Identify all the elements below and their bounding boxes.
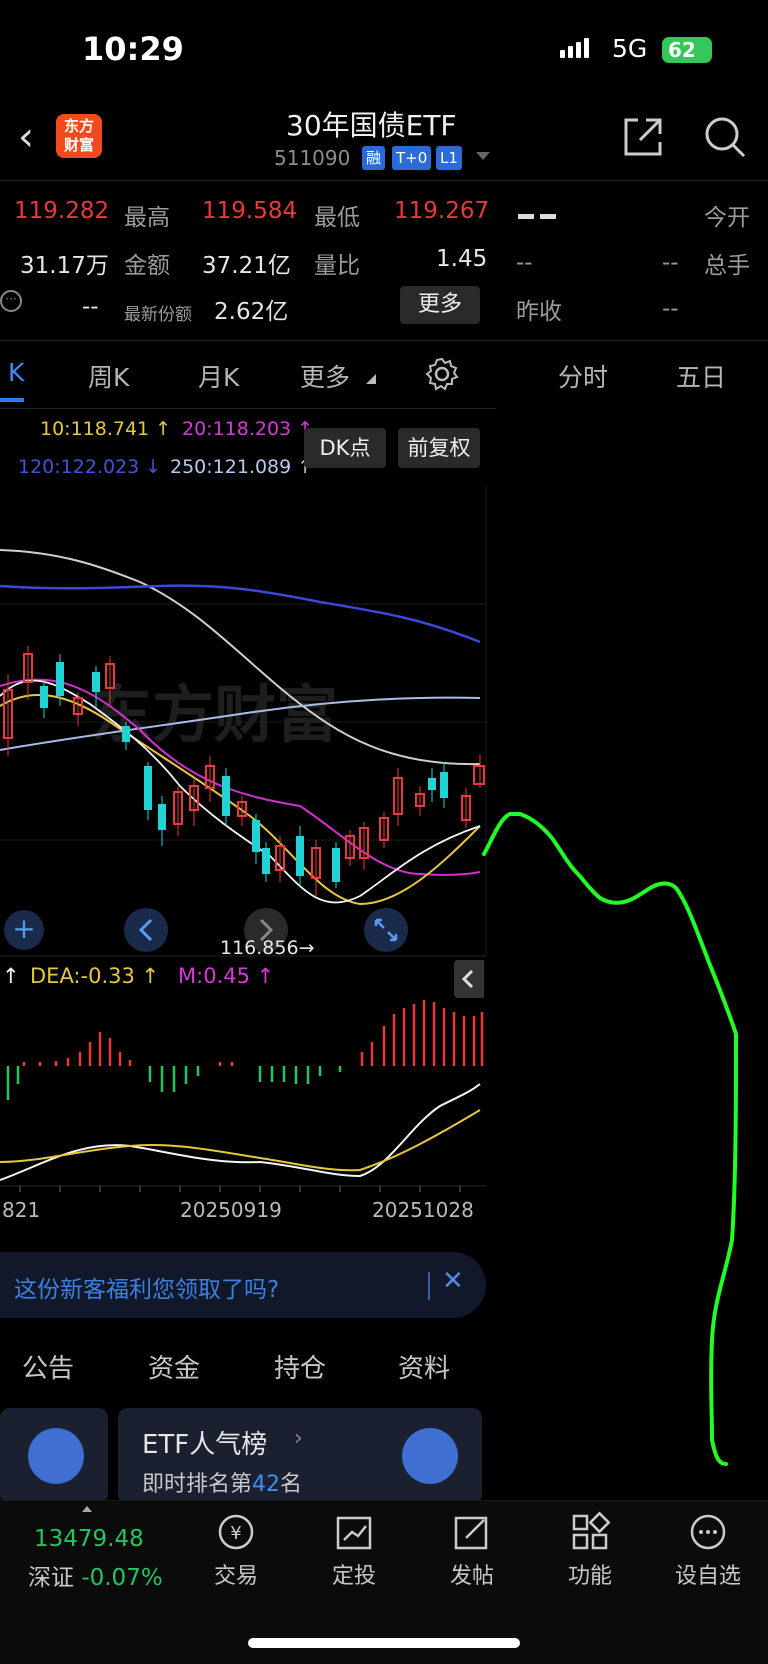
ma250-label: 250:121.089 ↑ — [170, 456, 314, 478]
index-ticker[interactable]: 深证 -0.07% — [28, 1558, 163, 1592]
nav-plan[interactable]: 定投 — [314, 1558, 394, 1590]
index-value[interactable]: 13479.48 — [34, 1526, 144, 1552]
ma20-label: 20:118.203 ↑ — [182, 418, 314, 440]
signal-icon — [560, 38, 589, 58]
prev-close-value: -- — [662, 296, 679, 322]
macd-histogram — [6, 1000, 484, 1100]
tab-holdings[interactable]: 持仓 — [274, 1348, 326, 1385]
prev-close-label: 昨收 — [516, 299, 562, 325]
macd-diff-arrow: ↑ — [2, 964, 20, 988]
tab-five-day[interactable]: 五日 — [676, 358, 726, 394]
t0-badge: T+0 — [392, 146, 432, 170]
total-label: 总手 — [704, 253, 750, 279]
share-icon[interactable] — [620, 114, 666, 160]
gear-icon[interactable] — [424, 356, 460, 392]
low-value: 119.267 — [394, 198, 490, 224]
more-button[interactable]: 更多 — [400, 286, 480, 324]
low-label: 最低 — [314, 205, 360, 231]
left-dash: -- — [82, 294, 99, 320]
stock-title: 30年国债ETF — [286, 109, 457, 142]
plan-icon[interactable] — [332, 1510, 376, 1554]
high-value: 119.584 — [202, 198, 298, 224]
post-icon[interactable] — [450, 1510, 494, 1554]
index-change: -0.07% — [81, 1565, 163, 1591]
rank-title: ETF人气榜 — [142, 1430, 268, 1460]
dk-point-button[interactable]: DK点 — [304, 428, 386, 468]
tab-intraday[interactable]: 分时 — [558, 358, 608, 394]
stock-code: 511090 — [274, 146, 351, 170]
battery-icon: 62 — [662, 37, 712, 63]
tab-announcements[interactable]: 公告 — [22, 1348, 74, 1385]
tab-profile[interactable]: 资料 — [398, 1348, 450, 1385]
date-label: 20250919 — [180, 1198, 282, 1222]
latest-share-label: 最新份额 — [124, 305, 192, 325]
latest-share-value: 2.62亿 — [214, 299, 289, 325]
nav-functions[interactable]: 功能 — [550, 1558, 630, 1590]
chevron-down-icon[interactable] — [476, 152, 490, 160]
chevron-up-icon[interactable] — [82, 1506, 92, 1512]
promo-text[interactable]: 这份新客福利您领取了吗? — [14, 1270, 279, 1304]
period-tabs: K 周K 月K 更多 分时 五日 — [0, 340, 768, 406]
nav-trade[interactable]: 交易 — [196, 1558, 276, 1590]
more-icon: ··· — [0, 290, 22, 312]
right-dash-1: -- — [516, 250, 533, 276]
nav-add-watchlist[interactable]: 设自选 — [668, 1558, 748, 1590]
tab-funds[interactable]: 资金 — [148, 1348, 200, 1385]
chevron-down-icon — [366, 374, 376, 384]
tab-week-k[interactable]: 周K — [88, 358, 129, 394]
home-indicator[interactable] — [248, 1638, 520, 1648]
people-icon — [28, 1428, 84, 1484]
chart-icon — [402, 1428, 458, 1484]
high-label: 最高 — [124, 205, 170, 231]
divider — [428, 1272, 430, 1300]
amount-value: 37.21亿 — [202, 253, 291, 279]
apps-icon[interactable] — [568, 1510, 612, 1554]
margin-badge: 融 — [362, 146, 386, 170]
chevron-right-icon: › — [294, 1426, 303, 1451]
fullscreen-button[interactable] — [364, 908, 408, 952]
trade-icon[interactable]: ¥ — [214, 1510, 258, 1554]
kline-chart[interactable]: 东方财富 + 116.856→ — [0, 486, 488, 1242]
tab-indicator — [0, 398, 24, 402]
open-dash — [518, 214, 562, 220]
more-dots-icon[interactable] — [686, 1510, 730, 1554]
svg-text:+: + — [12, 912, 35, 945]
date-label: 20251028 — [372, 1198, 474, 1222]
amount-label: 金额 — [124, 253, 170, 279]
scroll-left-button[interactable] — [124, 908, 168, 952]
nav-post[interactable]: 发帖 — [432, 1558, 512, 1590]
ma120-label: 120:122.023 ↓ — [18, 456, 162, 478]
tab-day-k[interactable]: K — [8, 358, 24, 387]
macd-m-label: M:0.45 ↑ — [178, 964, 275, 988]
search-icon[interactable] — [702, 114, 748, 160]
date-label: 821 — [2, 1198, 41, 1222]
back-button[interactable]: ‹ — [18, 114, 34, 160]
app-logo: 东方 财富 — [56, 114, 102, 158]
macd-dea-label: DEA:-0.33 ↑ — [30, 964, 160, 988]
last-price: 119.282 — [14, 198, 110, 224]
divider — [0, 180, 768, 181]
stock-header: ‹ 东方 财富 30年国债ETF 511090 融 T+0 L1 — [0, 100, 768, 180]
status-time: 10:29 — [82, 30, 184, 68]
ma10-label: 10:118.741 ↑ — [40, 418, 172, 440]
level1-badge: L1 — [436, 146, 462, 170]
rank-subtitle: 即时排名第42名 — [142, 1472, 303, 1497]
status-bar: 10:29 5G 62 — [0, 0, 768, 100]
vol-ratio-value: 1.45 — [436, 246, 488, 272]
open-label: 今开 — [704, 205, 750, 231]
network-type: 5G — [612, 34, 648, 63]
right-dash-2: -- — [662, 250, 679, 276]
tab-month-k[interactable]: 月K — [198, 358, 239, 394]
annotation-stroke — [482, 812, 738, 1466]
adjust-button[interactable]: 前复权 — [398, 428, 480, 468]
svg-text:¥: ¥ — [230, 1523, 241, 1544]
divider — [0, 408, 496, 409]
close-icon[interactable]: ✕ — [442, 1266, 464, 1296]
volume-value: 31.17万 — [20, 253, 109, 279]
tab-more[interactable]: 更多 — [300, 358, 350, 394]
vol-ratio-label: 量比 — [314, 253, 360, 279]
